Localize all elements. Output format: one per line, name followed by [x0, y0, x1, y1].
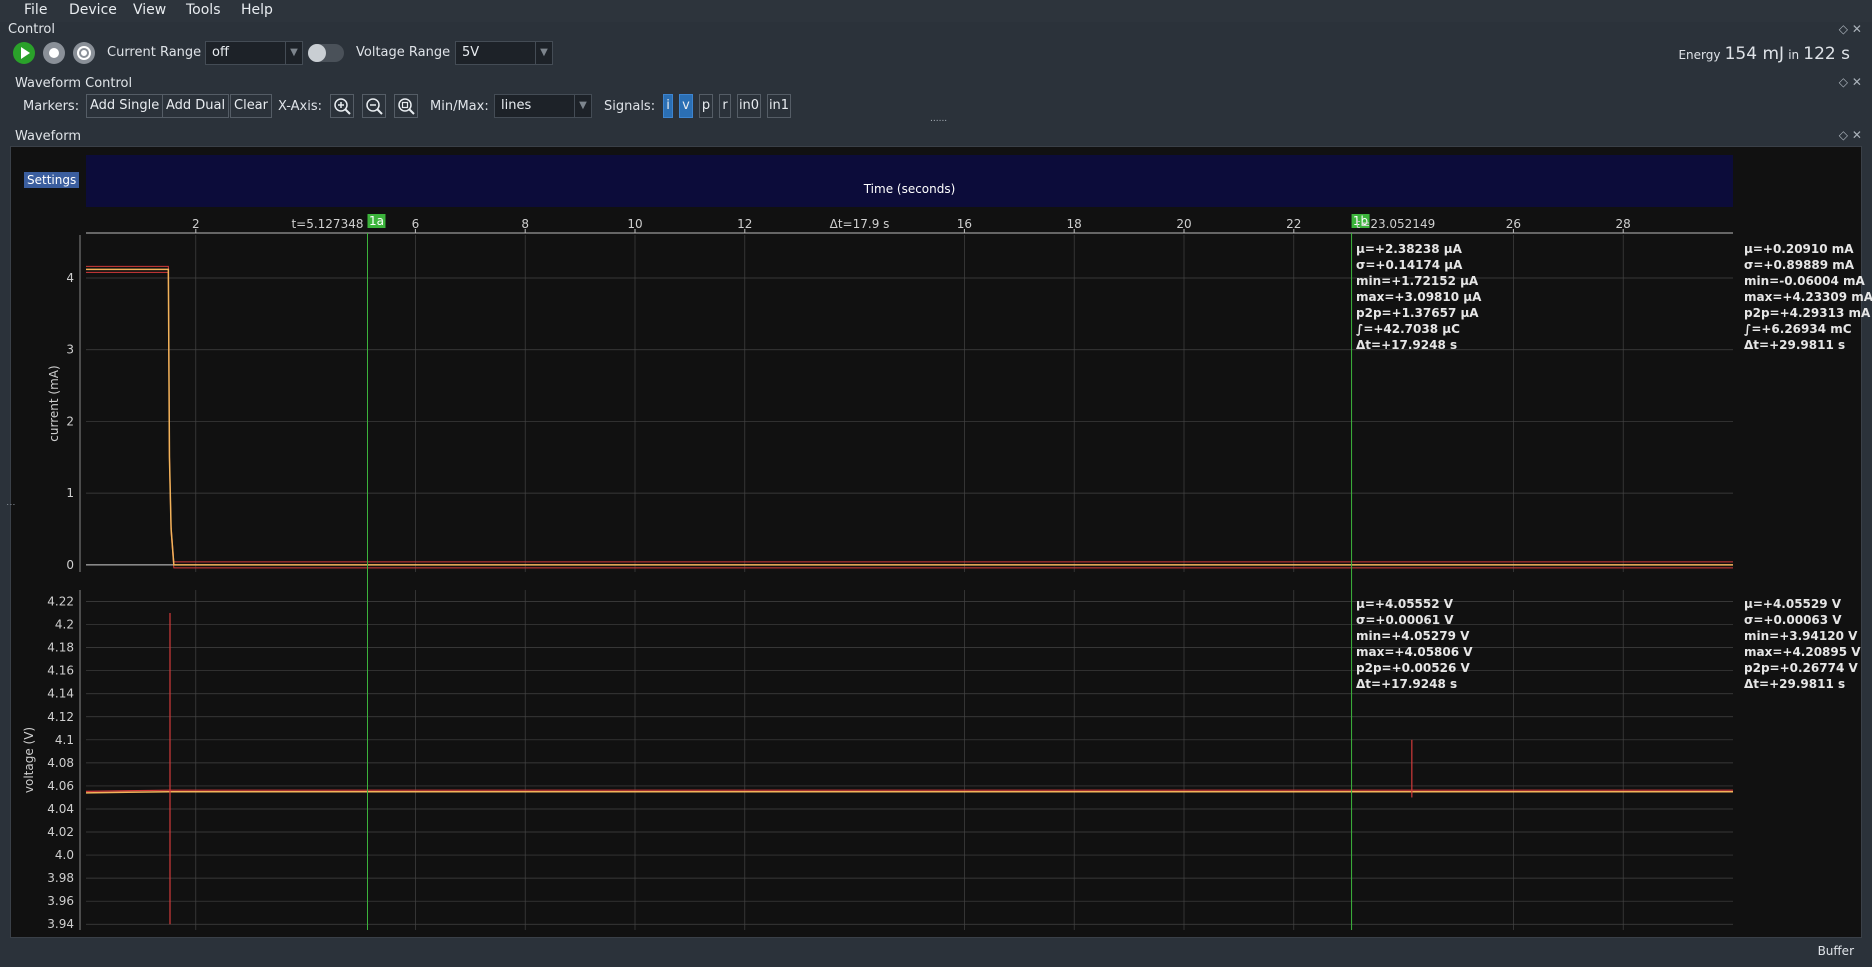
y-tick-label: 4.06	[47, 779, 74, 793]
marker-stat-line: ∫=+42.7038 μC	[1356, 322, 1460, 336]
y-tick-label: 4.0	[55, 848, 74, 862]
total-stat-line: min=+3.94120 V	[1744, 629, 1858, 643]
marker-stat-line: σ=+0.00061 V	[1356, 613, 1454, 627]
y-tick-label: 4.1	[55, 733, 74, 747]
y-tick-label: 4.16	[47, 664, 74, 678]
y-tick-label: 4	[66, 271, 74, 285]
x-tick-label: 10	[627, 217, 642, 231]
y-tick-label: 4.02	[47, 825, 74, 839]
total-stat-line: μ=+0.20910 mA	[1744, 242, 1854, 256]
x-tick-label: 22	[1286, 217, 1301, 231]
marker-stat-line: σ=+0.14174 μA	[1356, 258, 1463, 272]
total-stat-line: σ=+0.00063 V	[1744, 613, 1842, 627]
total-stat-line: μ=+4.05529 V	[1744, 597, 1842, 611]
y-tick-label: 3.94	[47, 917, 74, 931]
total-stat-line: max=+4.20895 V	[1744, 645, 1861, 659]
total-stat-line: p2p=+4.29313 mA	[1744, 306, 1871, 320]
x-tick-label: 2	[192, 217, 200, 231]
total-stat-line: Δt=+29.9811 s	[1744, 677, 1845, 691]
y-tick-label: 4.22	[47, 595, 74, 609]
x-tick-label: 12	[737, 217, 752, 231]
total-stat-line: max=+4.23309 mA	[1744, 290, 1872, 304]
marker-stat-line: μ=+4.05552 V	[1356, 597, 1454, 611]
marker-stat-line: p2p=+1.37657 μA	[1356, 306, 1479, 320]
marker-a-time: t=5.127348	[291, 217, 363, 231]
y-tick-label: 3	[66, 343, 74, 357]
y-tick-label: 4.04	[47, 802, 74, 816]
marker-stat-line: max=+4.05806 V	[1356, 645, 1473, 659]
x-tick-label: 26	[1506, 217, 1521, 231]
marker-stat-line: Δt=+17.9248 s	[1356, 338, 1457, 352]
y-tick-label: 1	[66, 486, 74, 500]
current-max-trace	[86, 265, 1733, 563]
total-stat-line: Δt=+29.9811 s	[1744, 338, 1845, 352]
marker-stat-line: μ=+2.38238 μA	[1356, 242, 1463, 256]
y-tick-label: 0	[66, 558, 74, 572]
voltage-trace	[85, 790, 1733, 794]
x-tick-label: 8	[521, 217, 529, 231]
voltage-axis-label: voltage (V)	[22, 727, 36, 793]
x-tick-label: 28	[1616, 217, 1631, 231]
marker-stat-line: min=+4.05279 V	[1356, 629, 1470, 643]
y-tick-label: 4.14	[47, 687, 74, 701]
total-stat-line: ∫=+6.26934 mC	[1744, 322, 1852, 336]
buffer-status: Buffer	[1817, 944, 1854, 958]
x-tick-label: 18	[1067, 217, 1082, 231]
x-tick-label: 16	[957, 217, 972, 231]
current-axis-label: current (mA)	[47, 365, 61, 441]
total-stat-line: min=-0.06004 mA	[1744, 274, 1866, 288]
current-min-trace	[86, 271, 1733, 569]
y-tick-label: 3.98	[47, 871, 74, 885]
marker-stat-line: Δt=+17.9248 s	[1356, 677, 1457, 691]
y-tick-label: 4.2	[55, 618, 74, 632]
total-stat-line: p2p=+0.26774 V	[1744, 661, 1858, 675]
marker-flag-label: 1a	[369, 214, 384, 228]
marker-stat-line: p2p=+0.00526 V	[1356, 661, 1470, 675]
marker-b-time: t=23.052149	[1356, 217, 1436, 231]
marker-delta-label: Δt=17.9 s	[830, 217, 890, 231]
status-bar: Buffer	[0, 938, 1872, 967]
y-tick-label: 4.08	[47, 756, 74, 770]
current-trace	[86, 268, 1733, 566]
y-tick-label: 3.96	[47, 894, 74, 908]
x-tick-label: 20	[1176, 217, 1191, 231]
y-tick-label: 2	[66, 414, 74, 428]
x-tick-label: 6	[412, 217, 420, 231]
y-tick-label: 4.12	[47, 710, 74, 724]
waveform-plot[interactable]: 2 6 8 10 12 16 18 20 22 26 2801234current (mA)μ=+2…	[0, 0, 1872, 967]
marker-stat-line: max=+3.09810 μA	[1356, 290, 1482, 304]
total-stat-line: σ=+0.89889 mA	[1744, 258, 1855, 272]
y-tick-label: 4.18	[47, 641, 74, 655]
marker-stat-line: min=+1.72152 μA	[1356, 274, 1479, 288]
